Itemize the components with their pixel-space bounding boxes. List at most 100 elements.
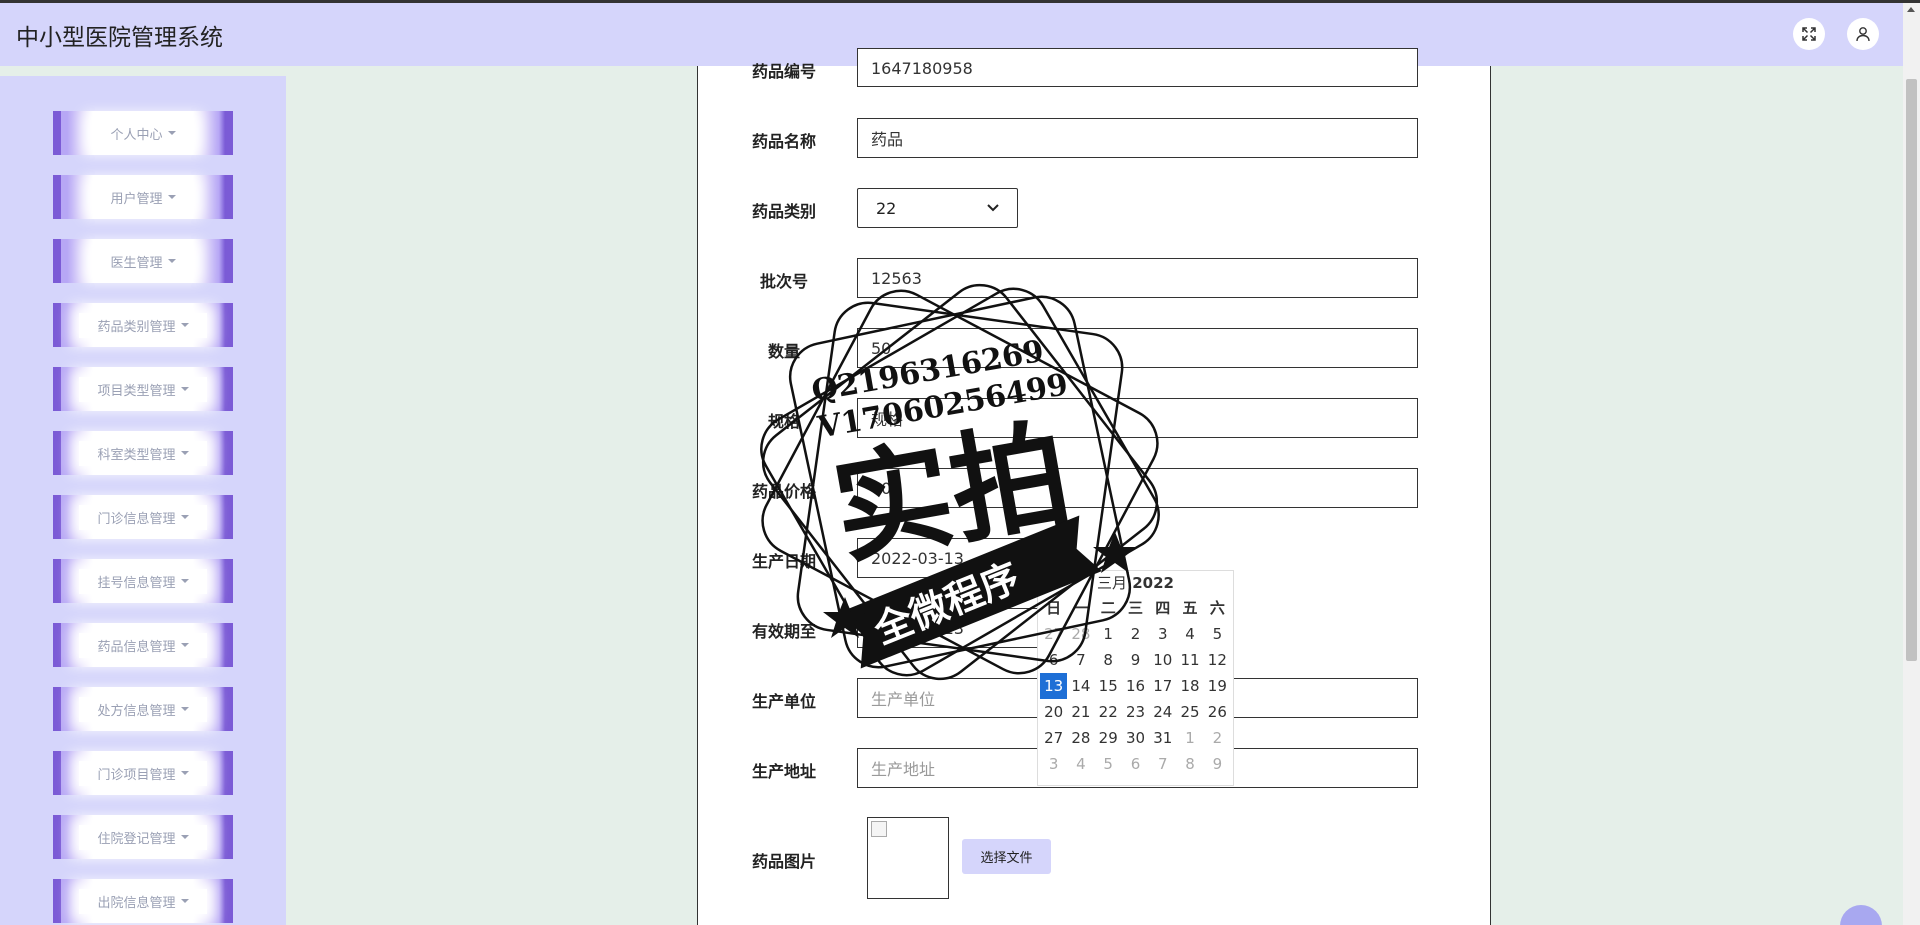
calendar-day[interactable]: 6: [1122, 751, 1149, 777]
chevron-down-icon: [987, 204, 999, 212]
drug-image-preview: [867, 817, 949, 899]
page-scrollbar[interactable]: [1903, 3, 1920, 925]
sidebar-item-drug-category-management[interactable]: 药品类别管理: [53, 303, 233, 347]
weekday-label: 四: [1155, 599, 1171, 617]
sidebar-item-label: 药品类别管理: [97, 319, 176, 335]
batch-no-input[interactable]: 12563: [857, 258, 1418, 298]
spec-input[interactable]: 规格: [857, 398, 1418, 438]
scroll-up-icon[interactable]: [1907, 7, 1915, 12]
date-picker-popup[interactable]: 三月 2022 日 一 二 三 四 五 六 27 28 1 2 3 4 5 6 …: [1037, 570, 1234, 786]
calendar-day[interactable]: 10: [1149, 647, 1176, 673]
sidebar-item-drug-info-management[interactable]: 药品信息管理: [53, 623, 233, 667]
calendar-day[interactable]: 1: [1176, 725, 1203, 751]
calendar-day[interactable]: 7: [1067, 647, 1094, 673]
drug-image-label: 药品图片: [751, 852, 816, 871]
calendar-day[interactable]: 15: [1095, 673, 1122, 699]
calendar-day[interactable]: 7: [1149, 751, 1176, 777]
drug-code-input[interactable]: 1647180958: [857, 48, 1418, 87]
calendar-day[interactable]: 30: [1122, 725, 1149, 751]
calendar-day[interactable]: 21: [1067, 699, 1094, 725]
expiry-date-input[interactable]: 2022-03-13: [857, 608, 1038, 648]
floating-action-button[interactable]: [1840, 905, 1882, 925]
calendar-day[interactable]: 28: [1067, 725, 1094, 751]
calendar-day[interactable]: 1: [1095, 621, 1122, 647]
calendar-day[interactable]: 22: [1095, 699, 1122, 725]
caret-down-icon: [180, 643, 189, 647]
weekday-label: 一: [1073, 599, 1089, 617]
calendar-day[interactable]: 2: [1122, 621, 1149, 647]
calendar-day[interactable]: 12: [1204, 647, 1231, 673]
calendar-day[interactable]: 6: [1040, 647, 1067, 673]
calendar-day[interactable]: 29: [1095, 725, 1122, 751]
calendar-day[interactable]: 5: [1095, 751, 1122, 777]
caret-down-icon: [180, 515, 189, 519]
calendar-day[interactable]: 17: [1149, 673, 1176, 699]
sidebar-item-user-management[interactable]: 用户管理: [53, 175, 233, 219]
sidebar-item-label: 医生管理: [110, 255, 163, 271]
calendar-day[interactable]: 26: [1204, 699, 1231, 725]
calendar-day[interactable]: 2: [1204, 725, 1231, 751]
sidebar-item-personal-center[interactable]: 个人中心: [53, 111, 233, 155]
calendar-day[interactable]: 23: [1122, 699, 1149, 725]
sidebar-item-label: 药品信息管理: [97, 639, 176, 655]
caret-down-icon: [180, 835, 189, 839]
calendar-day[interactable]: 24: [1149, 699, 1176, 725]
calendar-weekdays: 日 一 二 三 四 五 六: [1038, 595, 1233, 621]
caret-down-icon: [180, 771, 189, 775]
calendar-day[interactable]: 18: [1176, 673, 1203, 699]
calendar-day[interactable]: 20: [1040, 699, 1067, 725]
spec-label: 规格: [767, 412, 800, 431]
drug-name-input[interactable]: 药品: [857, 118, 1418, 158]
sidebar-item-label: 处方信息管理: [97, 703, 176, 719]
price-input[interactable]: 60: [857, 468, 1418, 508]
calendar-day[interactable]: 16: [1122, 673, 1149, 699]
caret-down-icon: [180, 899, 189, 903]
drug-category-label: 药品类别: [751, 202, 816, 221]
calendar-day[interactable]: 9: [1204, 751, 1231, 777]
calendar-day[interactable]: 3: [1149, 621, 1176, 647]
calendar-day[interactable]: 4: [1176, 621, 1203, 647]
sidebar-item-project-type-management[interactable]: 项目类型管理: [53, 367, 233, 411]
calendar-day[interactable]: 31: [1149, 725, 1176, 751]
sidebar-item-outpatient-info-management[interactable]: 门诊信息管理: [53, 495, 233, 539]
calendar-day[interactable]: 19: [1204, 673, 1231, 699]
sidebar-item-outpatient-project-management[interactable]: 门诊项目管理: [53, 751, 233, 795]
production-date-input[interactable]: 2022-03-13: [857, 538, 1038, 578]
drug-category-select[interactable]: 22: [857, 188, 1018, 228]
calendar-header: 三月 2022: [1038, 571, 1233, 595]
expand-icon: [1802, 27, 1816, 41]
sidebar-item-label: 住院登记管理: [97, 831, 176, 847]
caret-down-icon: [180, 707, 189, 711]
choose-file-button[interactable]: 选择文件: [962, 839, 1051, 874]
drug-name-label: 药品名称: [751, 132, 816, 151]
calendar-day[interactable]: 28: [1067, 621, 1094, 647]
calendar-day-selected[interactable]: 13: [1040, 673, 1068, 699]
sidebar-item-admission-management[interactable]: 住院登记管理: [53, 815, 233, 859]
weekday-label: 五: [1182, 599, 1198, 617]
sidebar-item-doctor-management[interactable]: 医生管理: [53, 239, 233, 283]
sidebar-item-department-type-management[interactable]: 科室类型管理: [53, 431, 233, 475]
drug-code-label: 药品编号: [751, 62, 816, 81]
calendar-day[interactable]: 5: [1204, 621, 1231, 647]
sidebar-item-registration-management[interactable]: 挂号信息管理: [53, 559, 233, 603]
calendar-day[interactable]: 11: [1176, 647, 1203, 673]
sidebar-item-prescription-management[interactable]: 处方信息管理: [53, 687, 233, 731]
calendar-day[interactable]: 14: [1067, 673, 1094, 699]
price-label: 药品价格: [751, 482, 816, 501]
sidebar: 个人中心 用户管理 医生管理 药品类别管理 项目类型管理 科室类型管理 门诊信息…: [0, 76, 286, 925]
calendar-day[interactable]: 9: [1122, 647, 1149, 673]
calendar-day[interactable]: 27: [1040, 621, 1067, 647]
calendar-day[interactable]: 25: [1176, 699, 1203, 725]
calendar-day[interactable]: 8: [1095, 647, 1122, 673]
fullscreen-button[interactable]: [1793, 18, 1825, 50]
caret-down-icon: [167, 259, 176, 263]
calendar-day[interactable]: 4: [1067, 751, 1094, 777]
caret-down-icon: [180, 387, 189, 391]
calendar-day[interactable]: 27: [1040, 725, 1067, 751]
sidebar-item-discharge-management[interactable]: 出院信息管理: [53, 879, 233, 923]
scrollbar-thumb[interactable]: [1906, 79, 1917, 661]
quantity-input[interactable]: 50: [857, 328, 1418, 368]
user-button[interactable]: [1847, 18, 1879, 50]
calendar-day[interactable]: 8: [1176, 751, 1203, 777]
calendar-day[interactable]: 3: [1040, 751, 1067, 777]
